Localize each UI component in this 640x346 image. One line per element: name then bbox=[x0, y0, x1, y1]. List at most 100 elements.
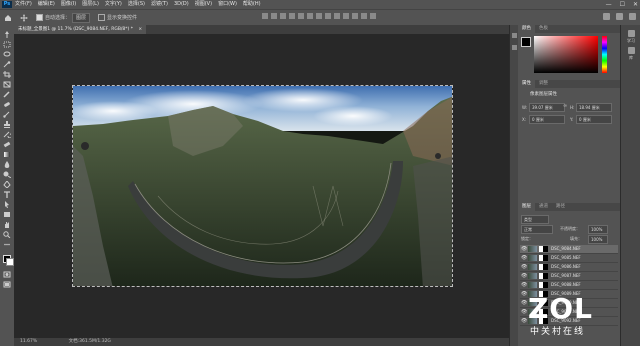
tab-swatches[interactable]: 色板 bbox=[535, 25, 552, 33]
x-field[interactable]: 0 厘米 bbox=[529, 115, 565, 124]
move-icon[interactable] bbox=[3, 31, 11, 38]
align-center-icon[interactable] bbox=[271, 13, 277, 19]
document-tab[interactable]: 未标题_全景图1 @ 11.7% (DSC_9084.NEF, RGB/8*) … bbox=[14, 25, 147, 34]
color-fg-bg-swatches[interactable] bbox=[521, 37, 531, 47]
width-field[interactable]: 39.07 厘米 bbox=[529, 103, 565, 112]
y-field[interactable]: 0 厘米 bbox=[576, 115, 612, 124]
opacity-field[interactable]: 100% bbox=[588, 225, 608, 234]
eye-icon[interactable]: 👁 bbox=[521, 245, 527, 253]
tab-properties[interactable]: 属性 bbox=[518, 80, 535, 88]
menu-select[interactable]: 选择(S) bbox=[128, 0, 145, 9]
libraries-button[interactable]: 库 bbox=[624, 47, 638, 61]
hue-slider[interactable] bbox=[602, 36, 607, 73]
tab-layers[interactable]: 图层 bbox=[518, 203, 535, 211]
blend-mode-dropdown[interactable]: 正常 bbox=[521, 225, 553, 234]
gradient-icon[interactable] bbox=[3, 151, 11, 158]
eye-icon[interactable]: 👁 bbox=[521, 272, 527, 280]
panorama-image[interactable] bbox=[72, 85, 453, 287]
more-options-icon[interactable] bbox=[325, 13, 331, 19]
align-top-icon[interactable] bbox=[289, 13, 295, 19]
eraser-icon[interactable] bbox=[3, 141, 11, 148]
move-tool-icon[interactable] bbox=[20, 13, 28, 22]
menu-file[interactable]: 文件(F) bbox=[15, 0, 32, 9]
tab-paths[interactable]: 路径 bbox=[552, 203, 569, 211]
close-window-button[interactable]: ✕ bbox=[633, 0, 638, 9]
menu-type[interactable]: 文字(Y) bbox=[105, 0, 122, 9]
quick-mask-icon[interactable] bbox=[3, 271, 11, 278]
screen-mode-icon[interactable] bbox=[3, 281, 11, 288]
workspace-icon[interactable] bbox=[616, 13, 623, 20]
distribute-icon[interactable] bbox=[316, 13, 322, 19]
menu-window[interactable]: 窗口(W) bbox=[218, 0, 237, 9]
zoom-level[interactable]: 11.67% bbox=[20, 339, 37, 344]
rectangle-icon[interactable] bbox=[3, 211, 11, 218]
zoom-icon[interactable] bbox=[3, 231, 11, 238]
learn-button[interactable]: 学习 bbox=[624, 30, 638, 44]
home-icon[interactable] bbox=[4, 14, 12, 22]
fill-field[interactable]: 100% bbox=[588, 235, 608, 244]
eye-icon[interactable]: 👁 bbox=[521, 281, 527, 289]
3d-mode-icon[interactable] bbox=[334, 13, 340, 19]
healing-brush-icon[interactable] bbox=[3, 101, 11, 108]
3d-pan-icon[interactable] bbox=[361, 13, 367, 19]
layer-row[interactable]: 👁 DSC_9088.NEF bbox=[520, 281, 618, 290]
menu-layer[interactable]: 图层(L) bbox=[82, 0, 99, 9]
menu-filter[interactable]: 滤镜(T) bbox=[151, 0, 168, 9]
tab-channels[interactable]: 通道 bbox=[535, 203, 552, 211]
quick-select-icon[interactable] bbox=[3, 61, 11, 68]
3d-rotate-icon[interactable] bbox=[343, 13, 349, 19]
marquee-icon[interactable] bbox=[3, 41, 11, 48]
tab-adjustments[interactable]: 调整 bbox=[535, 80, 552, 88]
transform-controls-label: 显示变换控件 bbox=[107, 15, 138, 21]
layer-filter-dropdown[interactable]: 类型 bbox=[521, 215, 549, 224]
dodge-icon[interactable] bbox=[3, 171, 11, 178]
color-field[interactable] bbox=[534, 36, 598, 73]
document-info[interactable]: 文档:361.5M/1.32G bbox=[69, 339, 111, 344]
layer-row[interactable]: 👁 DSC_9085.NEF bbox=[520, 254, 618, 263]
photoshop-logo: Ps bbox=[2, 1, 12, 8]
menu-help[interactable]: 帮助(H) bbox=[243, 0, 261, 9]
3d-roll-icon[interactable] bbox=[352, 13, 358, 19]
layer-row[interactable]: 👁 DSC_9086.NEF bbox=[520, 263, 618, 272]
tab-color[interactable]: 颜色 bbox=[518, 25, 535, 33]
minimize-button[interactable]: — bbox=[606, 0, 612, 9]
actions-panel-icon[interactable] bbox=[512, 45, 517, 50]
3d-slide-icon[interactable] bbox=[370, 13, 376, 19]
brush-icon[interactable] bbox=[3, 111, 11, 118]
type-icon[interactable] bbox=[3, 191, 11, 198]
menu-3d[interactable]: 3D(D) bbox=[174, 0, 189, 9]
link-icon[interactable]: ∞ bbox=[563, 103, 567, 109]
align-right-icon[interactable] bbox=[280, 13, 286, 19]
search-icon[interactable] bbox=[603, 13, 610, 20]
blur-icon[interactable] bbox=[3, 161, 11, 168]
lasso-icon[interactable] bbox=[3, 51, 11, 58]
align-middle-icon[interactable] bbox=[298, 13, 304, 19]
layer-row[interactable]: 👁 DSC_9084.NEF bbox=[520, 245, 618, 254]
background-color-swatch[interactable] bbox=[6, 258, 14, 266]
close-tab-icon[interactable]: × bbox=[138, 27, 142, 32]
pen-icon[interactable] bbox=[3, 181, 11, 188]
menu-view[interactable]: 视图(V) bbox=[195, 0, 212, 9]
more-tools-icon[interactable] bbox=[3, 241, 11, 248]
auto-select-checkbox[interactable] bbox=[36, 14, 43, 21]
share-icon[interactable] bbox=[629, 13, 636, 20]
layer-row[interactable]: 👁 DSC_9087.NEF bbox=[520, 272, 618, 281]
history-panel-icon[interactable] bbox=[512, 33, 517, 38]
menu-edit[interactable]: 编辑(E) bbox=[38, 0, 55, 9]
menu-image[interactable]: 图像(I) bbox=[61, 0, 76, 9]
eye-icon[interactable]: 👁 bbox=[521, 254, 527, 262]
hand-icon[interactable] bbox=[3, 221, 11, 228]
eyedropper-icon[interactable] bbox=[3, 91, 11, 98]
transform-controls-checkbox[interactable] bbox=[98, 14, 106, 21]
crop-icon[interactable] bbox=[3, 71, 11, 78]
stamp-icon[interactable] bbox=[3, 121, 11, 128]
path-select-icon[interactable] bbox=[3, 201, 11, 208]
history-brush-icon[interactable] bbox=[3, 131, 11, 138]
eye-icon[interactable]: 👁 bbox=[521, 263, 527, 271]
height-field[interactable]: 18.94 厘米 bbox=[576, 103, 612, 112]
frame-icon[interactable] bbox=[3, 81, 11, 88]
align-left-icon[interactable] bbox=[262, 13, 268, 19]
maximize-button[interactable]: ☐ bbox=[620, 0, 625, 9]
align-bottom-icon[interactable] bbox=[307, 13, 313, 19]
auto-select-dropdown[interactable]: 图层 bbox=[72, 12, 91, 23]
